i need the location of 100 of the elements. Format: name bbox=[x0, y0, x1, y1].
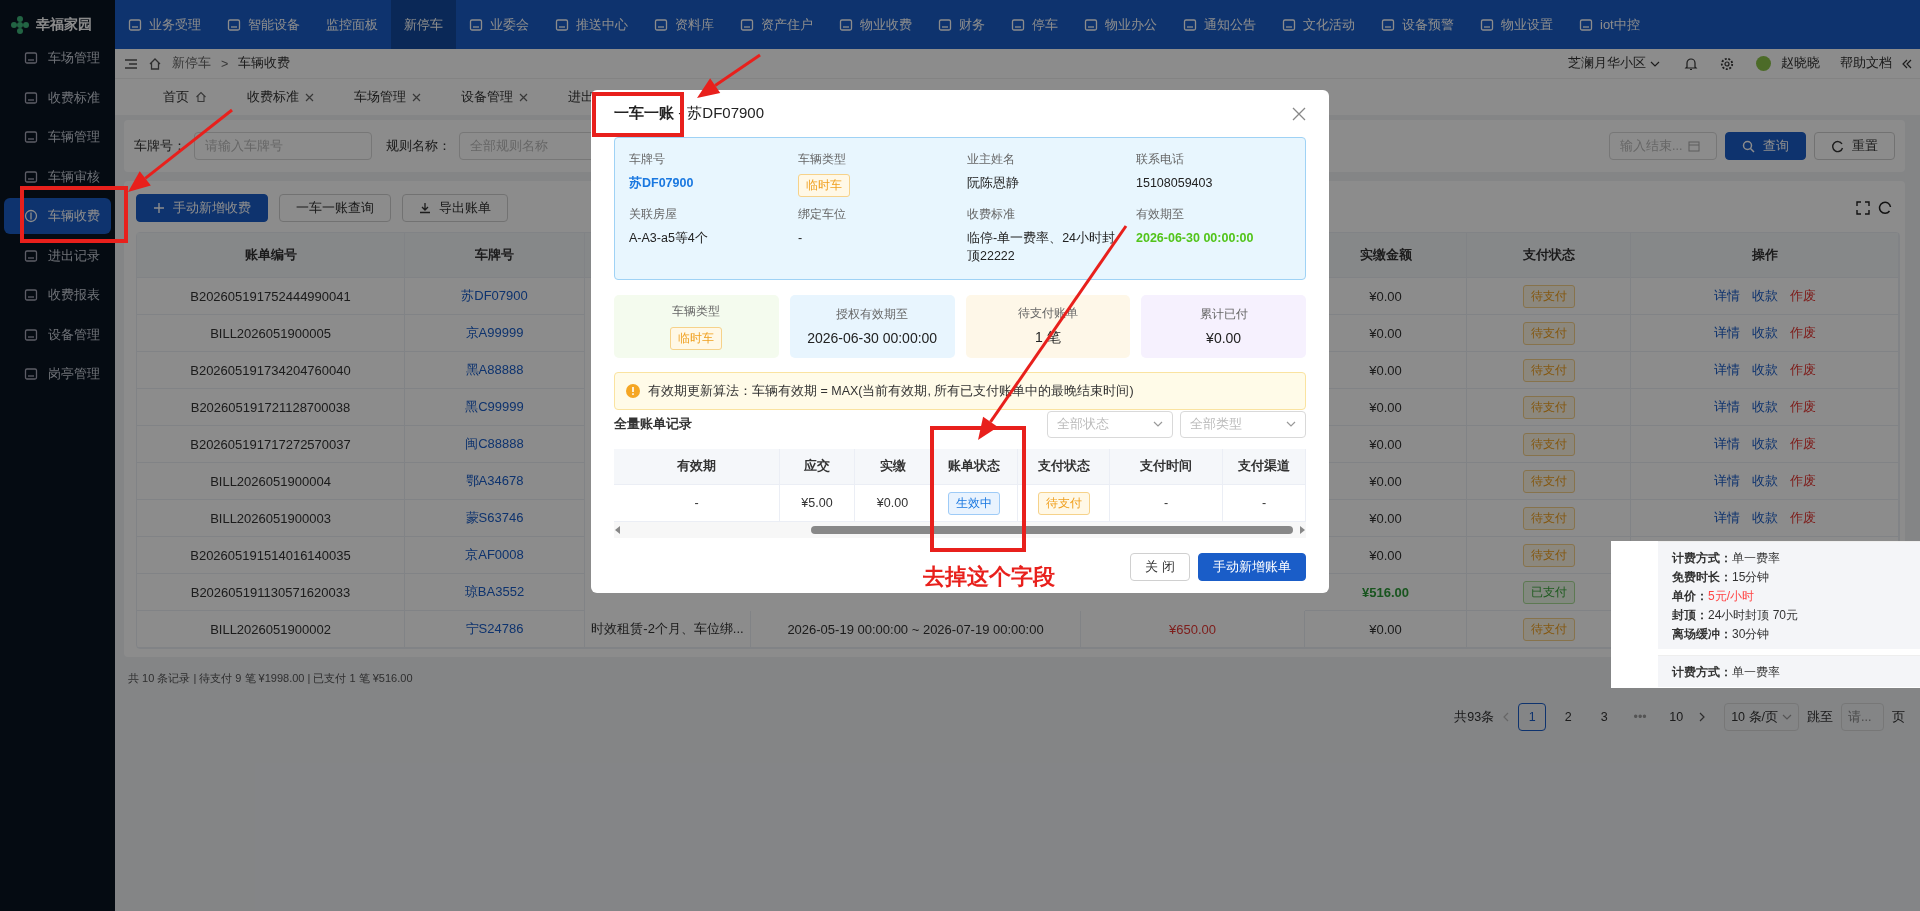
breadcrumb-item[interactable]: 新停车 bbox=[172, 55, 211, 72]
nav-item[interactable]: 文化活动 bbox=[1269, 0, 1368, 49]
gear-icon[interactable] bbox=[1720, 56, 1734, 71]
add-button[interactable]: 手动新增收费 bbox=[136, 194, 268, 222]
more-pages[interactable]: ••• bbox=[1626, 703, 1655, 731]
nav-item[interactable]: 停车 bbox=[998, 0, 1071, 49]
horizontal-scrollbar[interactable] bbox=[614, 522, 1306, 538]
nav-item[interactable]: 物业收费 bbox=[826, 0, 925, 49]
nav-item[interactable]: 业委会 bbox=[456, 0, 542, 49]
action-link[interactable]: 详情 bbox=[1713, 472, 1740, 490]
sidebar-item[interactable]: 收费报表 bbox=[4, 277, 111, 313]
scroll-thumb[interactable] bbox=[811, 526, 1293, 534]
sidebar-item[interactable]: 车辆审核 bbox=[4, 158, 111, 195]
column-header: 支付状态 bbox=[1018, 449, 1110, 485]
sidebar-item[interactable]: 设备管理 bbox=[4, 316, 111, 353]
action-link[interactable]: 详情 bbox=[1713, 398, 1740, 416]
action-link[interactable]: 收款 bbox=[1751, 287, 1778, 305]
page-number[interactable]: 2 bbox=[1554, 703, 1583, 731]
page-tab[interactable]: 车场管理 bbox=[334, 79, 441, 115]
reset-button[interactable]: 重置 bbox=[1814, 132, 1895, 160]
plate-link[interactable]: 黑C99999 bbox=[405, 389, 585, 426]
menu-icon[interactable] bbox=[124, 57, 138, 70]
page-size-select[interactable]: 10 条/页 bbox=[1724, 703, 1799, 731]
close-icon[interactable] bbox=[519, 92, 528, 102]
plate-link[interactable]: 苏DF07900 bbox=[405, 278, 585, 315]
action-link[interactable]: 收款 bbox=[1751, 435, 1778, 453]
close-icon[interactable] bbox=[1292, 106, 1306, 121]
plate-link[interactable]: 京AF0008 bbox=[405, 537, 585, 574]
query-button[interactable]: 一车一账查询 bbox=[279, 194, 391, 222]
action-link[interactable]: 收款 bbox=[1751, 361, 1778, 379]
void-link[interactable]: 作废 bbox=[1789, 287, 1816, 305]
help-link[interactable]: 帮助文档 bbox=[1840, 55, 1892, 72]
sidebar-item[interactable]: 车辆管理 bbox=[4, 119, 111, 155]
refresh-icon[interactable] bbox=[1878, 201, 1892, 215]
action-link[interactable]: 收款 bbox=[1751, 509, 1778, 527]
sidebar-item[interactable]: 车场管理 bbox=[4, 49, 111, 76]
plate-link[interactable]: 蒙S63746 bbox=[405, 500, 585, 537]
next-icon[interactable] bbox=[1698, 712, 1707, 722]
home-icon[interactable] bbox=[148, 56, 162, 71]
void-link[interactable]: 作废 bbox=[1789, 361, 1816, 379]
plate-link[interactable]: 鄂A34678 bbox=[405, 463, 585, 500]
void-link[interactable]: 作废 bbox=[1789, 398, 1816, 416]
nav-item[interactable]: 业务受理 bbox=[115, 0, 214, 49]
page-number[interactable]: 3 bbox=[1590, 703, 1619, 731]
nav-item[interactable]: 物业办公 bbox=[1071, 0, 1170, 49]
page-tab[interactable]: 首页 bbox=[143, 79, 227, 115]
nav-item[interactable]: 智能设备 bbox=[214, 0, 313, 49]
plate-link[interactable]: 黑A88888 bbox=[405, 352, 585, 389]
page-tab[interactable]: 设备管理 bbox=[441, 79, 548, 115]
nav-item[interactable]: 监控面板 bbox=[313, 0, 391, 49]
sidebar-item[interactable]: 车辆收费 bbox=[4, 198, 111, 234]
action-link[interactable]: 详情 bbox=[1713, 435, 1740, 453]
action-link[interactable]: 详情 bbox=[1713, 509, 1740, 527]
breadcrumb-item[interactable]: 车辆收费 bbox=[238, 55, 291, 72]
void-link[interactable]: 作废 bbox=[1789, 509, 1816, 527]
plate-link[interactable]: 京A99999 bbox=[405, 315, 585, 352]
plate-link[interactable]: 闽C88888 bbox=[405, 426, 585, 463]
search-button[interactable]: 查询 bbox=[1725, 132, 1806, 160]
page-number[interactable]: 10 bbox=[1662, 703, 1691, 731]
nav-item[interactable]: 推送中心 bbox=[542, 0, 641, 49]
nav-item[interactable]: 新停车 bbox=[391, 0, 456, 49]
void-link[interactable]: 作废 bbox=[1789, 324, 1816, 342]
plate-link[interactable]: 琼BA3552 bbox=[405, 574, 585, 611]
nav-item[interactable]: 财务 bbox=[925, 0, 998, 49]
fullscreen-icon[interactable] bbox=[1856, 201, 1870, 215]
void-link[interactable]: 作废 bbox=[1789, 435, 1816, 453]
column-header: 支付时间 bbox=[1110, 449, 1223, 485]
scroll-left-icon[interactable] bbox=[614, 526, 622, 534]
action-link[interactable]: 收款 bbox=[1751, 472, 1778, 490]
bell-icon[interactable] bbox=[1684, 56, 1698, 71]
action-link[interactable]: 收款 bbox=[1751, 398, 1778, 416]
sidebar-item[interactable]: 收费标准 bbox=[4, 79, 111, 116]
void-link[interactable]: 作废 bbox=[1789, 472, 1816, 490]
nav-item[interactable]: 资料库 bbox=[641, 0, 727, 49]
select-field[interactable]: 全部状态 bbox=[1047, 410, 1173, 438]
scroll-right-icon[interactable] bbox=[1298, 526, 1306, 534]
page-tab[interactable]: 收费标准 bbox=[227, 79, 334, 115]
community-selector[interactable]: 芝澜月华小区 bbox=[1568, 55, 1660, 72]
action-link[interactable]: 详情 bbox=[1713, 287, 1740, 305]
user-name[interactable]: 赵晓晓 bbox=[1781, 55, 1820, 72]
double-chevron-icon[interactable] bbox=[1902, 58, 1912, 69]
page-number[interactable]: 1 bbox=[1518, 703, 1547, 731]
nav-item[interactable]: iot中控 bbox=[1566, 0, 1653, 49]
sidebar-item[interactable]: 岗亭管理 bbox=[4, 356, 111, 392]
plate-link[interactable]: 宁S24786 bbox=[405, 611, 585, 648]
page-input[interactable]: 请... bbox=[1841, 703, 1884, 731]
nav-item[interactable]: 设备预警 bbox=[1368, 0, 1467, 49]
close-icon[interactable] bbox=[305, 92, 314, 102]
nav-item[interactable]: 资产住户 bbox=[727, 0, 826, 49]
action-link[interactable]: 详情 bbox=[1713, 324, 1740, 342]
select-field[interactable]: 全部类型 bbox=[1180, 410, 1306, 438]
action-link[interactable]: 收款 bbox=[1751, 324, 1778, 342]
export-button[interactable]: 导出账单 bbox=[402, 194, 508, 222]
add-bill-button[interactable]: 手动新增账单 bbox=[1198, 553, 1306, 581]
action-link[interactable]: 详情 bbox=[1713, 361, 1740, 379]
nav-item[interactable]: 物业设置 bbox=[1467, 0, 1566, 49]
close-icon[interactable] bbox=[412, 92, 421, 102]
nav-item[interactable]: 通知公告 bbox=[1170, 0, 1269, 49]
close-button[interactable]: 关 闭 bbox=[1130, 553, 1190, 581]
sidebar-item[interactable]: 进出记录 bbox=[4, 237, 111, 274]
